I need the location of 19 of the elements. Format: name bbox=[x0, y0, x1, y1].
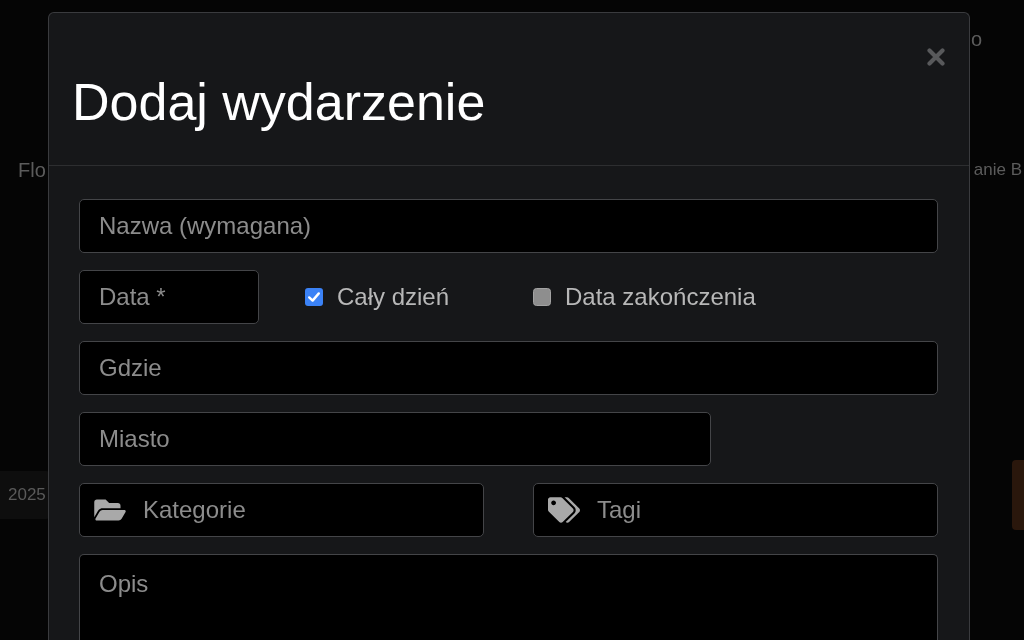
date-field[interactable]: Data * bbox=[79, 270, 259, 324]
checkbox[interactable] bbox=[305, 288, 323, 306]
name-field[interactable]: Nazwa (wymagana) bbox=[79, 199, 938, 253]
checkbox-label: Cały dzień bbox=[337, 283, 450, 311]
description-field[interactable]: Opis bbox=[79, 554, 938, 640]
year-tag: 2025 bbox=[0, 471, 50, 519]
close-button[interactable] bbox=[927, 48, 945, 66]
page-text: o bbox=[970, 27, 982, 51]
tags-icon bbox=[548, 497, 580, 523]
tags-field[interactable]: Tagi bbox=[533, 483, 938, 537]
banner-text: anie B bbox=[973, 159, 1022, 181]
banner-text: Flo bbox=[18, 158, 46, 182]
checkbox[interactable] bbox=[533, 288, 551, 306]
checkbox-label: Data zakończenia bbox=[565, 283, 756, 311]
city-field[interactable]: Miasto bbox=[79, 412, 711, 466]
dialog-title: Dodaj wydarzenie bbox=[72, 74, 486, 131]
close-icon bbox=[927, 48, 945, 66]
location-field[interactable]: Gdzie bbox=[79, 341, 938, 395]
category-field[interactable]: Kategorie bbox=[79, 483, 484, 537]
